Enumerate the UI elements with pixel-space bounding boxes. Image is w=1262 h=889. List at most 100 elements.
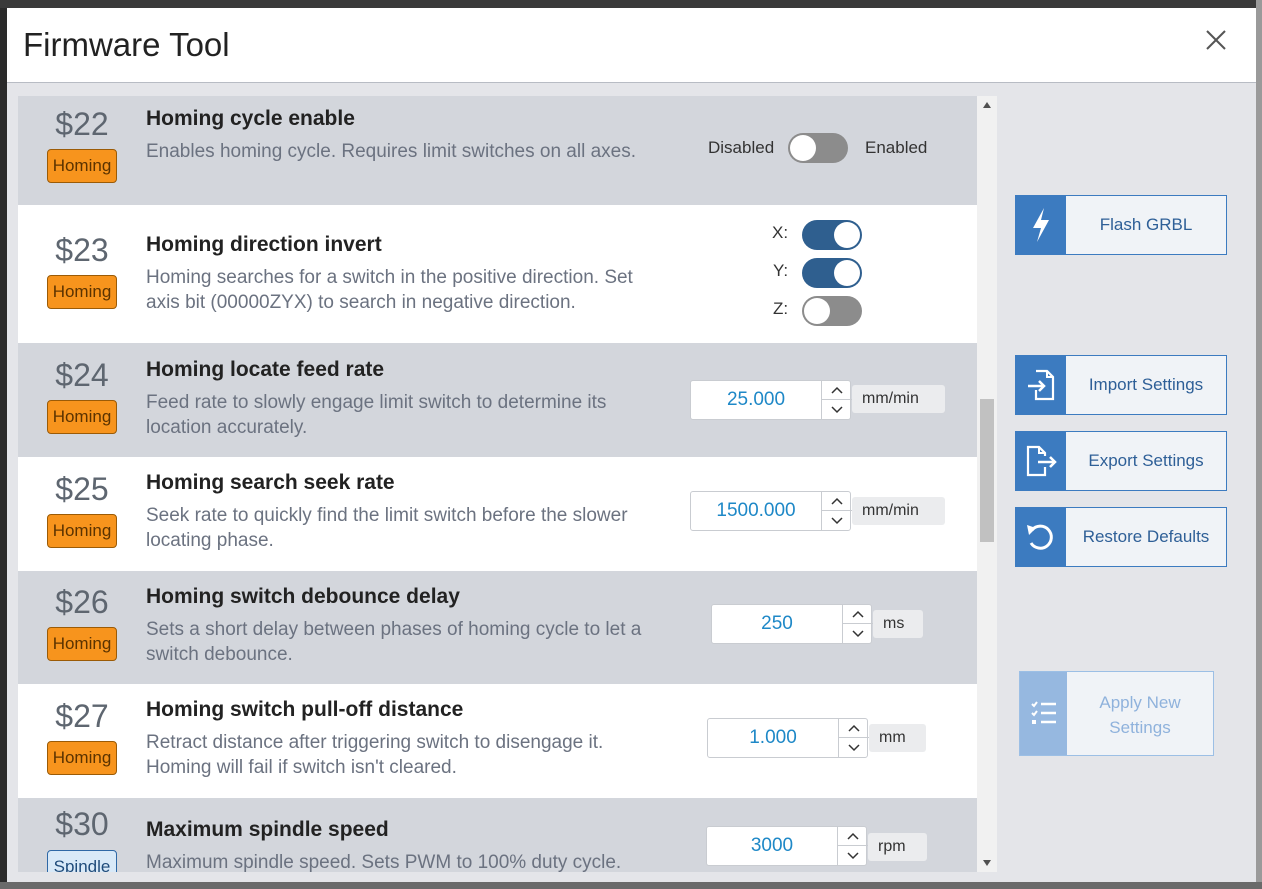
increment-button[interactable]	[843, 605, 873, 624]
settings-scrollbar[interactable]	[977, 96, 997, 872]
restore-defaults-button[interactable]: Restore Defaults	[1015, 507, 1227, 567]
axis-toggle-y[interactable]	[802, 258, 862, 288]
homing-cycle-toggle[interactable]	[788, 133, 848, 163]
axis-toggle-z[interactable]	[802, 296, 862, 326]
chevron-down-icon	[847, 852, 859, 860]
setting-description: Seek rate to quickly find the limit swit…	[146, 505, 628, 551]
toggle-knob	[834, 260, 860, 286]
chevron-down-icon	[848, 744, 860, 752]
export-settings-button[interactable]: Export Settings	[1015, 431, 1227, 491]
scroll-up-arrow-icon	[983, 102, 991, 108]
firmware-tool-modal: Firmware Tool $22 Homing Homing cycle en…	[7, 8, 1256, 882]
axis-label-x: X:	[772, 223, 789, 242]
input-value: 1.000	[749, 727, 797, 748]
setting-name: Homing direction invert	[146, 233, 382, 256]
setting-row-22: $22 Homing Homing cycle enable Enables h…	[18, 96, 977, 205]
input-value: 250	[761, 613, 793, 634]
chevron-up-icon	[831, 497, 843, 505]
setting-description: Maximum spindle speed. Sets PWM to 100% …	[146, 852, 622, 872]
background-app-edge	[1256, 0, 1262, 889]
close-button[interactable]	[1202, 26, 1230, 54]
chevron-up-icon	[847, 832, 859, 840]
scroll-down-button[interactable]	[977, 854, 997, 872]
decrement-button[interactable]	[843, 624, 873, 643]
decrement-button[interactable]	[822, 400, 852, 419]
setting-code: $23	[55, 232, 109, 268]
setting-code: $24	[55, 357, 109, 393]
category-badge: Homing	[47, 275, 117, 309]
unit-label: mm/min	[852, 385, 945, 413]
import-settings-label: Import Settings	[1088, 375, 1204, 394]
increment-button[interactable]	[822, 492, 852, 511]
chevron-down-icon	[852, 630, 864, 638]
setting-name: Homing search seek rate	[146, 471, 395, 494]
file-import-icon	[1016, 356, 1066, 414]
setting-description: Feed rate to slowly engage limit switch …	[146, 392, 607, 438]
search-seek-rate-input[interactable]: 1500.000	[690, 491, 852, 531]
toggle-knob	[790, 135, 816, 161]
decrement-button[interactable]	[838, 846, 868, 865]
apply-new-settings-label: Apply New Settings	[1099, 693, 1181, 737]
setting-row-25: $25 Homing Homing search seek rate Seek …	[18, 457, 977, 571]
background-app-strip	[0, 0, 1262, 8]
toggle-off-label: Disabled	[708, 138, 775, 157]
modal-title: Firmware Tool	[23, 26, 230, 63]
setting-name: Homing locate feed rate	[146, 358, 385, 381]
lightning-icon	[1016, 196, 1066, 254]
chevron-down-icon	[831, 517, 843, 525]
category-badge: Homing	[47, 400, 117, 434]
unit-label: ms	[873, 610, 923, 638]
setting-code: $22	[55, 106, 109, 142]
setting-description: Enables homing cycle. Requires limit swi…	[146, 141, 636, 162]
debounce-delay-input[interactable]: 250	[711, 604, 873, 644]
scroll-thumb[interactable]	[980, 399, 994, 542]
max-spindle-speed-input[interactable]: 3000	[706, 826, 868, 866]
increment-button[interactable]	[822, 381, 852, 400]
input-value: 25.000	[726, 389, 786, 410]
spinner	[837, 827, 868, 865]
category-badge: Homing	[47, 514, 117, 548]
setting-code: $26	[55, 584, 109, 620]
setting-row-23: $23 Homing Homing direction invert Homin…	[18, 205, 977, 343]
toggle-on-label: Enabled	[865, 138, 928, 157]
locate-feed-rate-input[interactable]: 25.000	[690, 380, 852, 420]
spinner	[821, 381, 852, 419]
chevron-up-icon	[848, 724, 860, 732]
decrement-button[interactable]	[839, 738, 869, 757]
close-icon	[1206, 30, 1226, 50]
settings-list: $22 Homing Homing cycle enable Enables h…	[18, 96, 977, 872]
pull-off-distance-input[interactable]: 1.000	[707, 718, 869, 758]
flash-grbl-button[interactable]: Flash GRBL	[1015, 195, 1227, 255]
scroll-up-button[interactable]	[977, 96, 997, 114]
axis-label-z: Z:	[773, 299, 789, 318]
increment-button[interactable]	[838, 827, 868, 846]
toggle-knob	[804, 298, 830, 324]
checklist-icon	[1020, 672, 1067, 755]
apply-new-settings-button[interactable]: Apply New Settings	[1019, 671, 1214, 756]
unit-label: mm	[869, 724, 926, 752]
increment-button[interactable]	[839, 719, 869, 738]
chevron-up-icon	[831, 386, 843, 394]
axis-toggle-x[interactable]	[802, 220, 862, 250]
export-settings-label: Export Settings	[1088, 451, 1204, 470]
spinner	[821, 492, 852, 530]
restore-icon	[1016, 508, 1066, 566]
chevron-up-icon	[852, 610, 864, 618]
input-value: 3000	[750, 835, 794, 856]
toggle-knob	[834, 222, 860, 248]
unit-label: mm/min	[852, 497, 945, 525]
setting-name: Maximum spindle speed	[146, 818, 389, 841]
setting-description: Sets a short delay between phases of hom…	[146, 619, 642, 665]
setting-description: Homing searches for a switch in the posi…	[146, 267, 633, 313]
decrement-button[interactable]	[822, 511, 852, 530]
axis-label-y: Y:	[773, 261, 789, 280]
setting-row-27: $27 Homing Homing switch pull-off distan…	[18, 684, 977, 798]
modal-header: Firmware Tool	[7, 8, 1256, 83]
category-badge: Homing	[47, 627, 117, 661]
setting-description: Retract distance after triggering switch…	[146, 732, 604, 778]
flash-grbl-label: Flash GRBL	[1099, 215, 1193, 234]
unit-label: rpm	[868, 833, 927, 861]
setting-code: $30	[55, 806, 109, 842]
import-settings-button[interactable]: Import Settings	[1015, 355, 1227, 415]
setting-name: Homing cycle enable	[146, 107, 355, 130]
